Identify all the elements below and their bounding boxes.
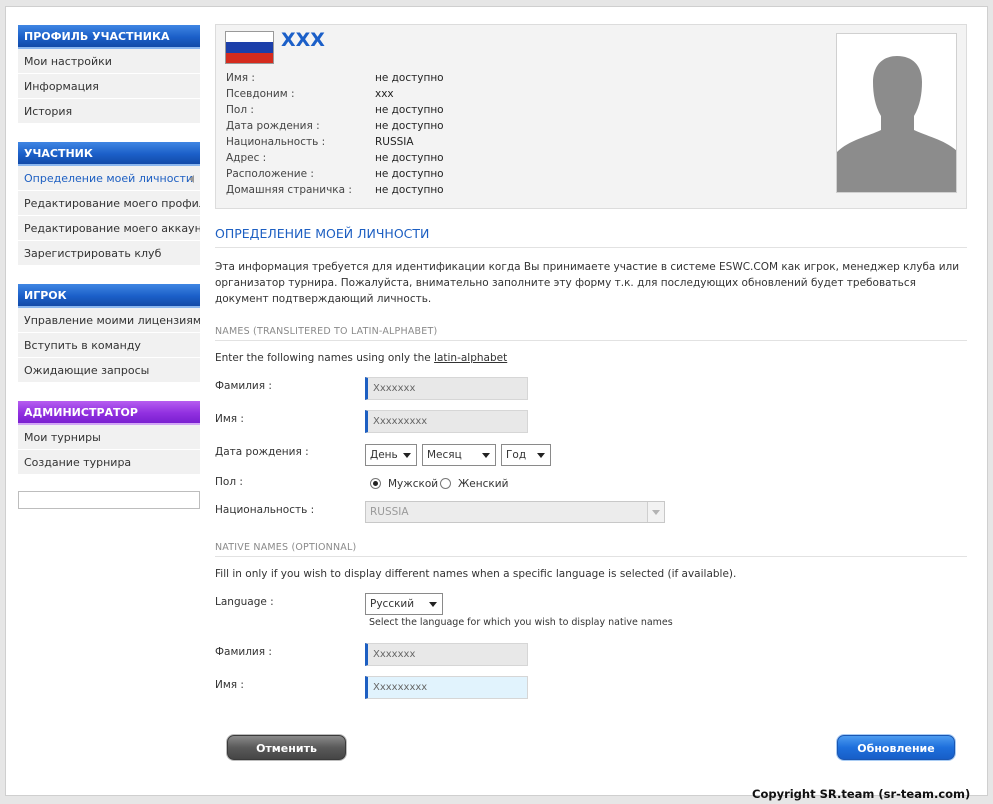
sidebar-section-title: ИГРОК [18, 284, 200, 308]
section-heading-native-names: NATIVE NAMES (OPTIONNAL) [215, 542, 357, 553]
sidebar-section-player: ИГРОК Управление моими лицензиями Вступи… [18, 284, 200, 383]
profile-field-value: не доступно [375, 184, 444, 196]
divider [215, 247, 967, 248]
birth-year-value: Год [506, 449, 527, 461]
sidebar-section-participant: УЧАСТНИК Определение моей личности Редак… [18, 142, 200, 266]
sidebar-item-label: Определение моей личности [24, 172, 194, 185]
chevron-down-icon [537, 453, 545, 458]
divider [215, 340, 967, 341]
gender-male-label[interactable]: Мужской [388, 478, 438, 490]
sidebar-item-create-tournament[interactable]: Создание турнира [18, 450, 200, 475]
profile-card: XXX Имя : не доступно Псевдоним : xxx По… [215, 24, 967, 209]
nationality-label: Национальность : [215, 504, 315, 516]
lastname-input[interactable]: Xxxxxxx [365, 377, 528, 400]
profile-field-label: Домашняя страничка : [226, 184, 352, 196]
nationality-select[interactable]: RUSSIA [365, 501, 665, 523]
sidebar-item-join-team[interactable]: Вступить в команду [18, 333, 200, 358]
profile-field-label: Национальность : [226, 136, 326, 148]
copyright-watermark: Copyright SR.team (sr-team.com) [752, 787, 971, 801]
gender-label: Пол : [215, 476, 243, 488]
language-hint: Select the language for which you wish t… [369, 617, 673, 628]
sidebar-section-profile: ПРОФИЛЬ УЧАСТНИКА Мои настройки Информац… [18, 25, 200, 124]
sidebar-item-licenses[interactable]: Управление моими лицензиями [18, 308, 200, 333]
gender-female-label[interactable]: Женский [458, 478, 508, 490]
flag-stripe [226, 42, 273, 53]
sidebar-item-identity[interactable]: Определение моей личности [18, 166, 200, 191]
language-value: Русский [370, 598, 415, 610]
birth-year-select[interactable]: Год [501, 444, 551, 466]
birth-day-select[interactable]: День [365, 444, 417, 466]
profile-field-value: не доступно [375, 152, 444, 164]
profile-field-value: RUSSIA [375, 136, 414, 148]
chevron-down-icon [482, 453, 490, 458]
sidebar-section-title: АДМИНИСТРАТОР ТУРНИРА [18, 401, 200, 443]
sidebar-item-edit-account[interactable]: Редактирование моего аккаунта [18, 216, 200, 241]
cancel-button[interactable]: Отменить [227, 735, 346, 760]
chevron-down-icon [652, 510, 660, 515]
divider [215, 556, 967, 557]
gender-female-radio[interactable] [440, 478, 451, 489]
sidebar-section-title: ПРОФИЛЬ УЧАСТНИКА [18, 25, 200, 49]
native-firstname-input[interactable]: Xxxxxxxxx [365, 676, 528, 699]
page-title: ОПРЕДЕЛЕНИЕ МОЕЙ ЛИЧНОСТИ [215, 226, 430, 241]
intro-text: Эта информация требуется для идентификац… [215, 261, 960, 305]
section-heading-latin-names: NAMES (TRANSLITERED TO LATIN-ALPHABET) [215, 326, 438, 337]
birth-day-value: День [370, 449, 398, 461]
lastname-label: Фамилия : [215, 380, 272, 392]
sidebar-item-pending-requests[interactable]: Ожидающие запросы [18, 358, 200, 383]
sidebar-item-register-club[interactable]: Зарегистрировать клуб [18, 241, 200, 266]
profile-field-label: Расположение : [226, 168, 314, 180]
native-lastname-label: Фамилия : [215, 646, 272, 658]
chevron-down-icon [429, 602, 437, 607]
native-firstname-label: Имя : [215, 679, 244, 691]
latin-hint: Enter the following names using only the… [215, 352, 507, 364]
russia-flag-icon [225, 31, 274, 64]
sidebar-item-edit-profile[interactable]: Редактирование моего профиля [18, 191, 200, 216]
profile-field-label: Дата рождения : [226, 120, 320, 132]
native-hint: Fill in only if you wish to display diff… [215, 568, 737, 580]
chevron-down-icon [403, 453, 411, 458]
sidebar-item-my-settings[interactable]: Мои настройки [18, 49, 200, 74]
birth-month-select[interactable]: Месяц [422, 444, 496, 466]
profile-field-value: не доступно [375, 104, 444, 116]
language-select[interactable]: Русский [365, 593, 443, 615]
sidebar-section-title: УЧАСТНИК [18, 142, 200, 166]
firstname-label: Имя : [215, 413, 244, 425]
gender-male-radio[interactable] [370, 478, 381, 489]
sidebar-section-tournament-admin: АДМИНИСТРАТОР ТУРНИРА Мои турниры Создан… [18, 401, 200, 475]
profile-field-value: не доступно [375, 72, 444, 84]
sidebar-item-information[interactable]: Информация [18, 74, 200, 99]
firstname-input[interactable]: Xxxxxxxxx [365, 410, 528, 433]
sidebar-item-my-tournaments[interactable]: Мои турниры [18, 425, 200, 450]
profile-field-value: xxx [375, 88, 394, 100]
profile-field-label: Пол : [226, 104, 254, 116]
latin-alphabet-link[interactable]: latin-alphabet [434, 352, 507, 364]
sidebar-search-input[interactable] [18, 491, 200, 509]
update-button[interactable]: Обновление [837, 735, 955, 760]
latin-hint-text: Enter the following names using only the [215, 352, 431, 364]
flag-stripe [226, 32, 273, 43]
language-label: Language : [215, 596, 274, 608]
active-arrow-icon [189, 175, 194, 183]
profile-field-label: Адрес : [226, 152, 267, 164]
sidebar-item-history[interactable]: История [18, 99, 200, 124]
profile-field-label: Псевдоним : [226, 88, 295, 100]
flag-stripe [226, 52, 273, 63]
profile-field-value: не доступно [375, 168, 444, 180]
nationality-value: RUSSIA [370, 506, 409, 518]
avatar-placeholder-icon [836, 33, 957, 193]
birthdate-label: Дата рождения : [215, 446, 309, 458]
page-frame: ПРОФИЛЬ УЧАСТНИКА Мои настройки Информац… [5, 6, 988, 796]
profile-field-label: Имя : [226, 72, 255, 84]
profile-field-value: не доступно [375, 120, 444, 132]
profile-nickname: XXX [281, 29, 325, 51]
native-lastname-input[interactable]: Xxxxxxx [365, 643, 528, 666]
birth-month-value: Месяц [427, 449, 462, 461]
